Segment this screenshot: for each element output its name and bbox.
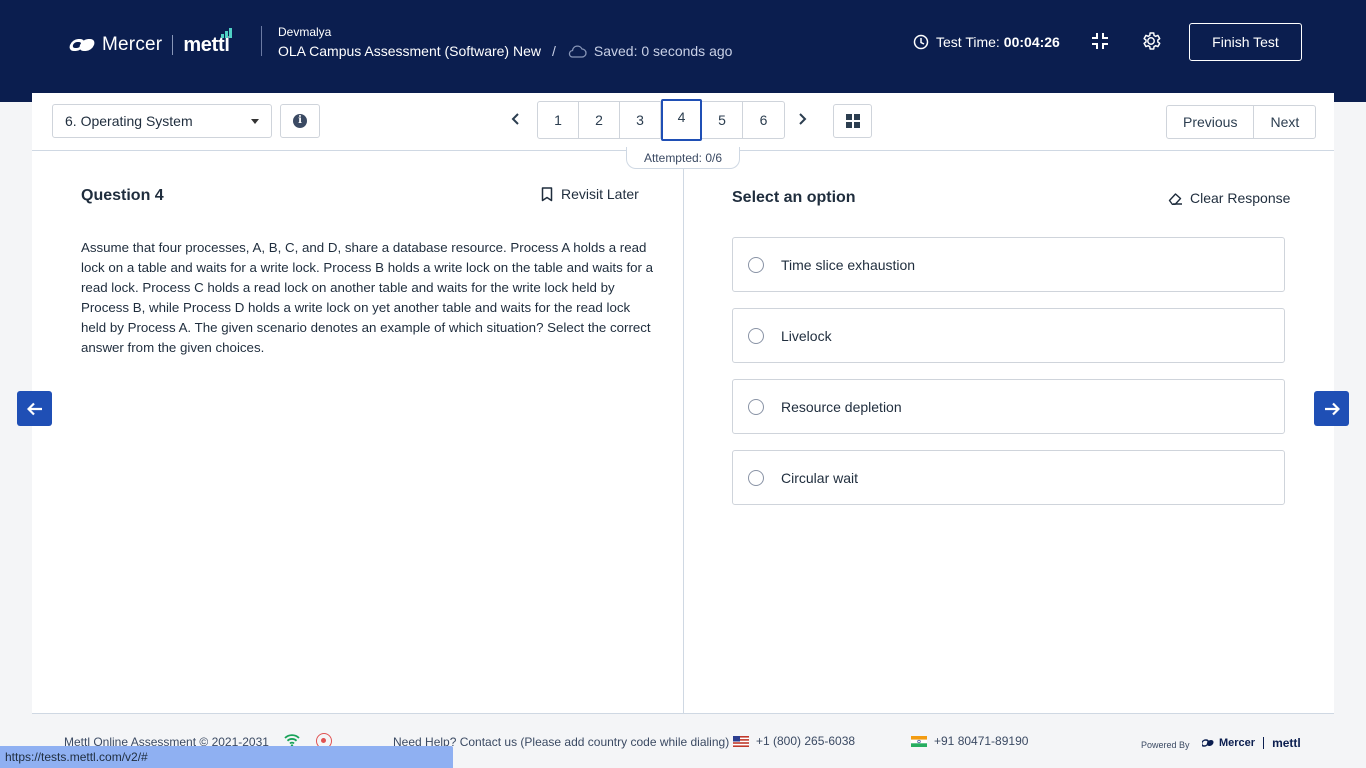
top-header: Mercer mettl Devmalya OLA Campus Assessm…	[0, 0, 1366, 102]
logo-divider	[172, 35, 174, 55]
bookmark-icon	[541, 186, 553, 201]
radio-button[interactable]	[748, 256, 764, 273]
question-card: 6. Operating System i 1 2 3 4 5 6 Previo…	[32, 93, 1334, 713]
us-flag-icon	[733, 736, 749, 747]
pager-next-arrow-icon[interactable]	[796, 111, 808, 127]
powered-by-label: Powered By	[1141, 740, 1190, 750]
page-4-current[interactable]: 4	[661, 99, 702, 141]
question-toolbar: 6. Operating System i 1 2 3 4 5 6 Previo…	[32, 93, 1334, 151]
next-button[interactable]: Next	[1254, 106, 1315, 138]
settings-gear-icon[interactable]	[1140, 30, 1162, 52]
question-grid-button[interactable]	[833, 104, 872, 138]
question-pager: 1 2 3 4 5 6	[537, 99, 785, 141]
candidate-name: Devmalya	[278, 25, 332, 39]
mercer-mini-logo-icon	[1202, 739, 1214, 747]
brand-mercer: Mercer	[102, 34, 163, 55]
footer-brand-mercer: Mercer	[1219, 737, 1256, 749]
options-title: Select an option	[732, 189, 856, 206]
page-5[interactable]: 5	[702, 102, 743, 138]
prev-next-group: Previous Next	[1166, 105, 1317, 139]
browser-status-url: https://tests.mettl.com/v2/#	[0, 746, 453, 768]
option-2[interactable]: Livelock	[732, 308, 1285, 363]
test-timer: Test Time: 00:04:26	[913, 34, 1060, 50]
info-icon: i	[293, 114, 307, 128]
footer-logo-divider	[1263, 737, 1265, 749]
timer-value: 00:04:26	[1003, 34, 1060, 50]
page-2[interactable]: 2	[579, 102, 620, 138]
phone-india: +91 80471-89190	[934, 734, 1029, 748]
footer-brand-mettl: mettl	[1272, 736, 1301, 750]
test-name: OLA Campus Assessment (Software) New	[278, 43, 541, 59]
pager-prev-arrow-icon[interactable]	[510, 111, 522, 127]
wifi-icon	[284, 734, 300, 747]
arrow-right-icon	[1324, 402, 1340, 415]
mercer-logo-icon	[67, 38, 97, 52]
exit-fullscreen-icon[interactable]	[1090, 31, 1110, 51]
grid-icon	[845, 114, 860, 128]
previous-question-arrow[interactable]	[17, 391, 52, 426]
option-3[interactable]: Resource depletion	[732, 379, 1285, 434]
test-title-line: OLA Campus Assessment (Software) New / S…	[278, 43, 732, 59]
radio-button[interactable]	[748, 469, 764, 486]
arrow-left-icon	[26, 402, 42, 415]
question-text: Assume that four processes, A, B, C, and…	[81, 240, 654, 355]
page-6[interactable]: 6	[743, 102, 784, 138]
question-title: Question 4	[81, 187, 164, 204]
option-label: Resource depletion	[781, 398, 902, 415]
section-dropdown[interactable]: 6. Operating System	[52, 104, 272, 138]
option-label: Time slice exhaustion	[781, 256, 916, 273]
mercer-mettl-logo: Mercer mettl	[67, 27, 232, 60]
clear-response-button[interactable]: Clear Response	[1168, 190, 1290, 206]
clear-response-label: Clear Response	[1190, 190, 1291, 206]
page-3[interactable]: 3	[620, 102, 661, 138]
finish-test-button[interactable]: Finish Test	[1189, 23, 1302, 61]
previous-button[interactable]: Previous	[1167, 106, 1255, 138]
revisit-later-button[interactable]: Revisit Later	[541, 186, 639, 202]
attempted-count: Attempted: 0/6	[626, 147, 740, 169]
radio-button[interactable]	[748, 398, 764, 415]
option-label: Circular wait	[781, 469, 859, 486]
brand-mettl: mettl	[183, 27, 232, 57]
pane-divider	[683, 168, 684, 713]
clock-icon	[913, 34, 929, 50]
title-slash: /	[552, 43, 556, 59]
next-question-arrow[interactable]	[1314, 391, 1349, 426]
footer-logo: Mercer mettl	[1202, 736, 1301, 750]
phone-us: +1 (800) 265-6038	[756, 734, 856, 748]
timer-label: Test Time:	[936, 34, 1000, 50]
option-1[interactable]: Time slice exhaustion	[732, 237, 1285, 292]
revisit-later-label: Revisit Later	[561, 186, 639, 202]
cloud-icon	[568, 45, 587, 58]
page-1[interactable]: 1	[538, 102, 579, 138]
india-flag-icon	[911, 736, 927, 747]
title-divider	[261, 26, 262, 56]
section-info-button[interactable]: i	[280, 104, 320, 138]
option-label: Livelock	[781, 327, 832, 344]
save-status: Saved: 0 seconds ago	[593, 43, 733, 59]
eraser-icon	[1168, 193, 1182, 205]
section-dropdown-value: 6. Operating System	[65, 113, 193, 129]
radio-button[interactable]	[748, 327, 764, 344]
chevron-down-icon	[251, 119, 259, 124]
mettl-bars-icon	[220, 27, 232, 38]
option-4[interactable]: Circular wait	[732, 450, 1285, 505]
